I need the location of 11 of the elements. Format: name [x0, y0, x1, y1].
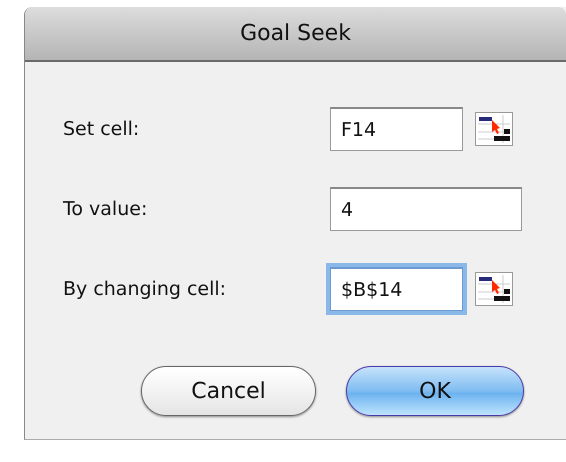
field-label: To value: — [63, 198, 148, 220]
cell-picker-icon[interactable] — [475, 112, 513, 146]
field-label: Set cell: — [63, 118, 140, 140]
input-field[interactable]: F14 — [330, 107, 463, 151]
window-title: Goal Seek — [240, 21, 351, 46]
field-label: By changing cell: — [63, 278, 228, 300]
dialog-button[interactable]: Cancel — [141, 366, 316, 416]
input-field[interactable]: 4 — [330, 187, 522, 231]
cell-picker-icon[interactable] — [475, 272, 513, 306]
dialog-button[interactable]: OK — [346, 366, 524, 416]
input-field[interactable]: $B$14 — [330, 267, 463, 311]
